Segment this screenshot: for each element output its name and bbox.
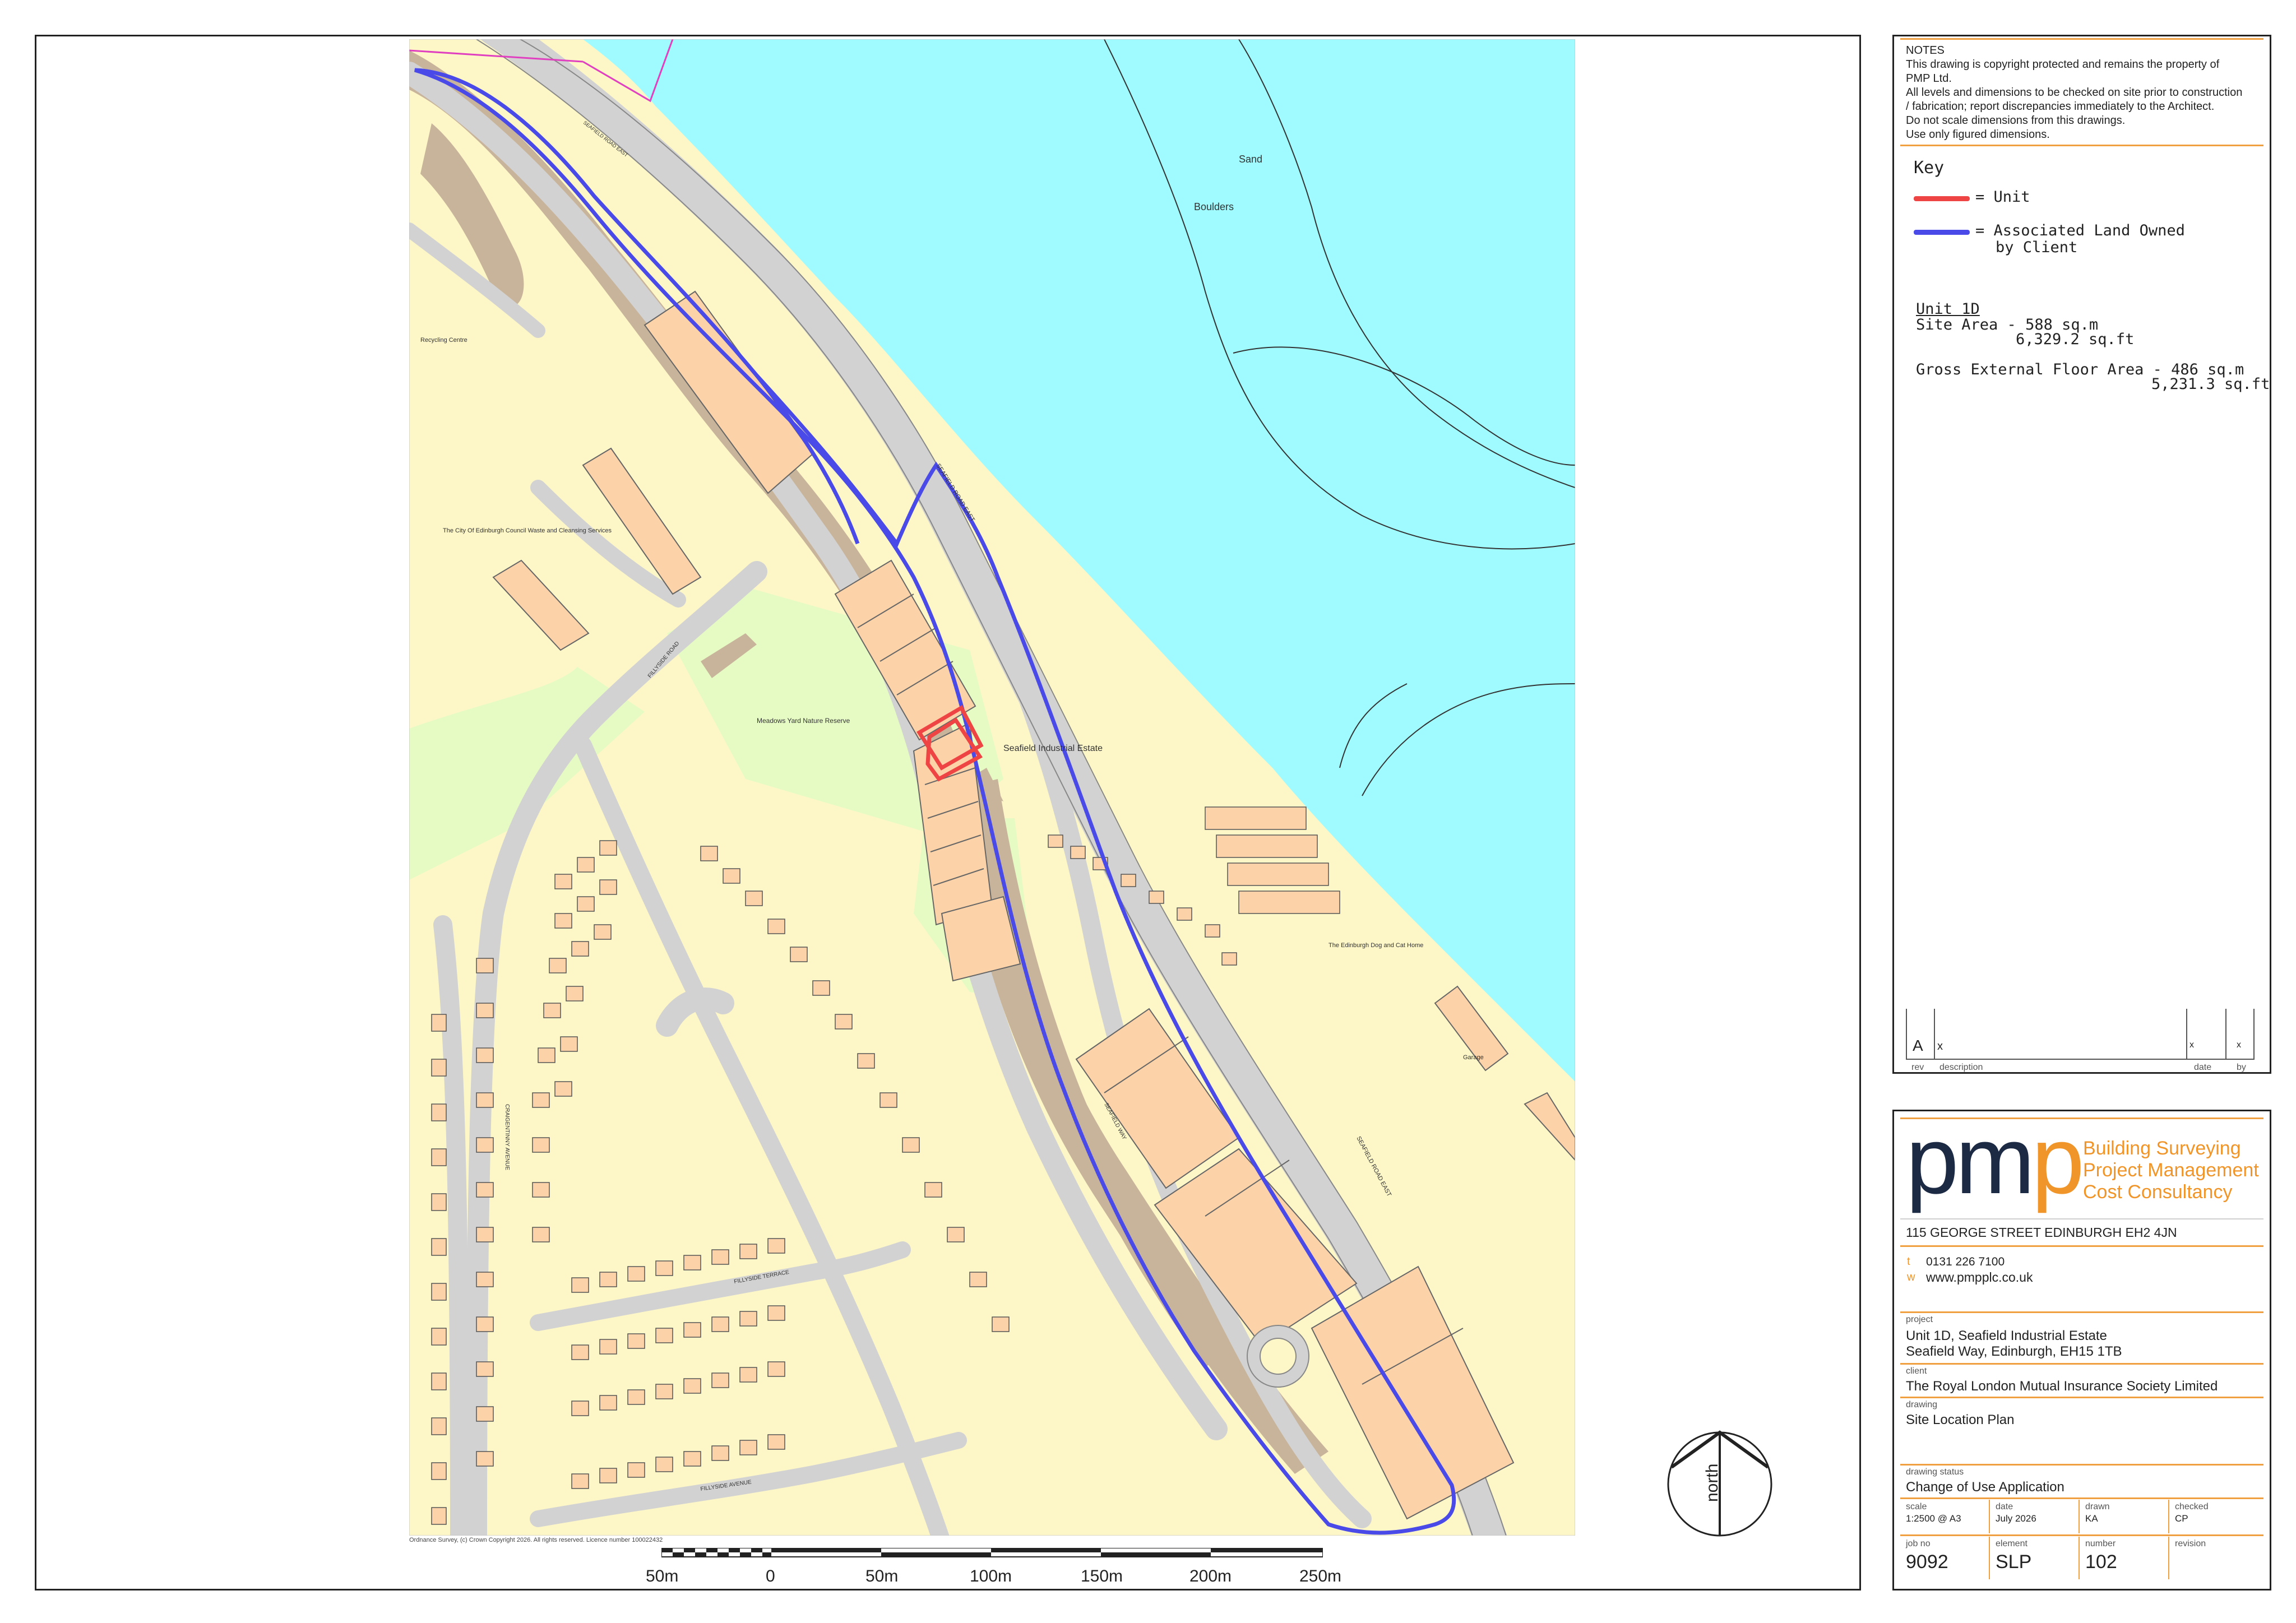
number-value: 102 <box>2085 1551 2117 1573</box>
site-area-ft: 6,329.2 sq.ft <box>2016 331 2135 348</box>
project-label: project <box>1906 1315 1933 1324</box>
checked-label: checked <box>2175 1502 2209 1511</box>
orange-divider <box>1900 1534 2263 1536</box>
map-label-boulders: Boulders <box>1194 201 1234 212</box>
scale-tick-label: 250m <box>1299 1567 1342 1585</box>
logo-p: p <box>2031 1107 2085 1214</box>
map-label-reserve: Meadows Yard Nature Reserve <box>757 717 850 725</box>
drawing-name: Site Location Plan <box>1906 1412 2015 1427</box>
jobno-label: job no <box>1906 1539 1931 1548</box>
orange-divider <box>1900 1464 2263 1466</box>
revision-col-by: by <box>2237 1063 2246 1072</box>
scale-bar <box>661 1548 1323 1557</box>
client-label: client <box>1906 1366 1927 1376</box>
scale-tick-label: 150m <box>1081 1567 1123 1585</box>
drawing-label: drawing <box>1906 1400 1938 1409</box>
logo-text: pm <box>1906 1107 2035 1214</box>
key-land-label: by Client <box>1996 239 2078 256</box>
revision-table: A x x x <box>1906 1009 2265 1060</box>
revision-description: x <box>1937 1040 1943 1052</box>
service-item: Cost Consultancy <box>2083 1181 2233 1203</box>
notes-line: Use only figured dimensions. <box>1906 128 2050 141</box>
revision-rev: A <box>1913 1037 1923 1054</box>
revision-by: x <box>2237 1040 2241 1050</box>
service-item: Building Surveying <box>2083 1138 2241 1159</box>
divider <box>1900 1218 2263 1219</box>
map-label-council: The City Of Edinburgh Council Waste and … <box>443 527 612 534</box>
scale-tick-label: 100m <box>970 1567 1012 1585</box>
area-unit-title: Unit 1D <box>1916 300 1980 318</box>
key-unit-swatch <box>1914 196 1970 201</box>
key-land-label: = Associated Land Owned <box>1975 222 2185 239</box>
north-label: north <box>1703 1463 1721 1502</box>
key-heading: Key <box>1914 158 1945 178</box>
os-copyright: Ordnance Survey, (c) Crown Copyright 202… <box>409 1537 663 1543</box>
notes-line: Do not scale dimensions from this drawin… <box>1906 114 2126 127</box>
notes-panel <box>1892 35 2271 1074</box>
notes-line: / fabrication; report discrepancies imme… <box>1906 100 2215 113</box>
notes-heading: NOTES <box>1906 44 1945 57</box>
client-name: The Royal London Mutual Insurance Societ… <box>1906 1379 2218 1394</box>
orange-divider <box>1900 1311 2263 1313</box>
company-web: www.pmpplc.co.uk <box>1926 1270 2033 1285</box>
map-label-sand: Sand <box>1239 154 1262 165</box>
scale-tick-label: 50m <box>646 1567 679 1585</box>
map-label-craigentinny: CRAIGENTINNY AVENUE <box>504 1104 510 1170</box>
site-map: Sand Boulders SEAFIELD ROAD EAST SEAFIEL… <box>409 39 1575 1536</box>
drawn-value: KA <box>2085 1513 2098 1524</box>
scale-value: 1:2500 @ A3 <box>1906 1513 1961 1524</box>
revision-col-rev: rev <box>1911 1063 1924 1072</box>
company-logo: pmp <box>1906 1113 2085 1208</box>
drawing-status: Change of Use Application <box>1906 1480 2064 1495</box>
company-services: Building Surveying Project Management Co… <box>2083 1138 2259 1203</box>
tel-prefix: t <box>1907 1255 1910 1268</box>
key-land-swatch <box>1914 230 1970 235</box>
revision-date: x <box>2189 1040 2194 1050</box>
map-label-dog-home: The Edinburgh Dog and Cat Home <box>1328 942 1423 949</box>
drawn-label: drawn <box>2085 1502 2110 1511</box>
web-prefix: w <box>1907 1271 1915 1283</box>
map-label-recycling: Recycling Centre <box>420 337 467 344</box>
orange-divider <box>1900 1397 2263 1398</box>
notes-line: All levels and dimensions to be checked … <box>1906 86 2243 99</box>
key-unit-label: = Unit <box>1975 188 2030 206</box>
revision-col-description: description <box>1939 1063 1983 1072</box>
notes-line: PMP Ltd. <box>1906 72 1952 85</box>
company-tel: 0131 226 7100 <box>1926 1255 2005 1268</box>
orange-divider <box>1900 1363 2263 1365</box>
orange-divider <box>1900 1245 2263 1247</box>
map-label-estate: Seafield Industrial Estate <box>1003 744 1103 753</box>
status-label: drawing status <box>1906 1467 1964 1477</box>
date-value: July 2026 <box>1996 1513 2036 1524</box>
checked-value: CP <box>2175 1513 2188 1524</box>
scale-tick-label: 0 <box>766 1567 775 1585</box>
number-label: number <box>2085 1539 2116 1548</box>
revision-label: revision <box>2175 1539 2206 1548</box>
date-label: date <box>1996 1502 2013 1511</box>
map-label-garage: Garage <box>1463 1054 1484 1061</box>
notes-line: This drawing is copyright protected and … <box>1906 58 2220 71</box>
element-label: element <box>1996 1539 2027 1548</box>
company-address: 115 GEORGE STREET EDINBURGH EH2 4JN <box>1906 1225 2177 1240</box>
jobno-value: 9092 <box>1906 1551 1948 1573</box>
element-value: SLP <box>1996 1551 2032 1573</box>
notes-block: NOTES This drawing is copyright protecte… <box>1906 44 2265 142</box>
project-line: Unit 1D, Seafield Industrial Estate <box>1906 1328 2107 1343</box>
scale-label: scale <box>1906 1502 1927 1511</box>
scale-tick-label: 50m <box>865 1567 899 1585</box>
scale-tick-label: 200m <box>1189 1567 1232 1585</box>
service-item: Project Management <box>2083 1160 2259 1181</box>
project-line: Seafield Way, Edinburgh, EH15 1TB <box>1906 1344 2122 1359</box>
orange-divider <box>1900 1497 2263 1499</box>
gefa-ft: 5,231.3 sq.ft <box>2151 375 2270 393</box>
orange-divider <box>1900 38 2263 40</box>
orange-divider <box>1900 145 2263 146</box>
revision-col-date: date <box>2194 1063 2212 1072</box>
